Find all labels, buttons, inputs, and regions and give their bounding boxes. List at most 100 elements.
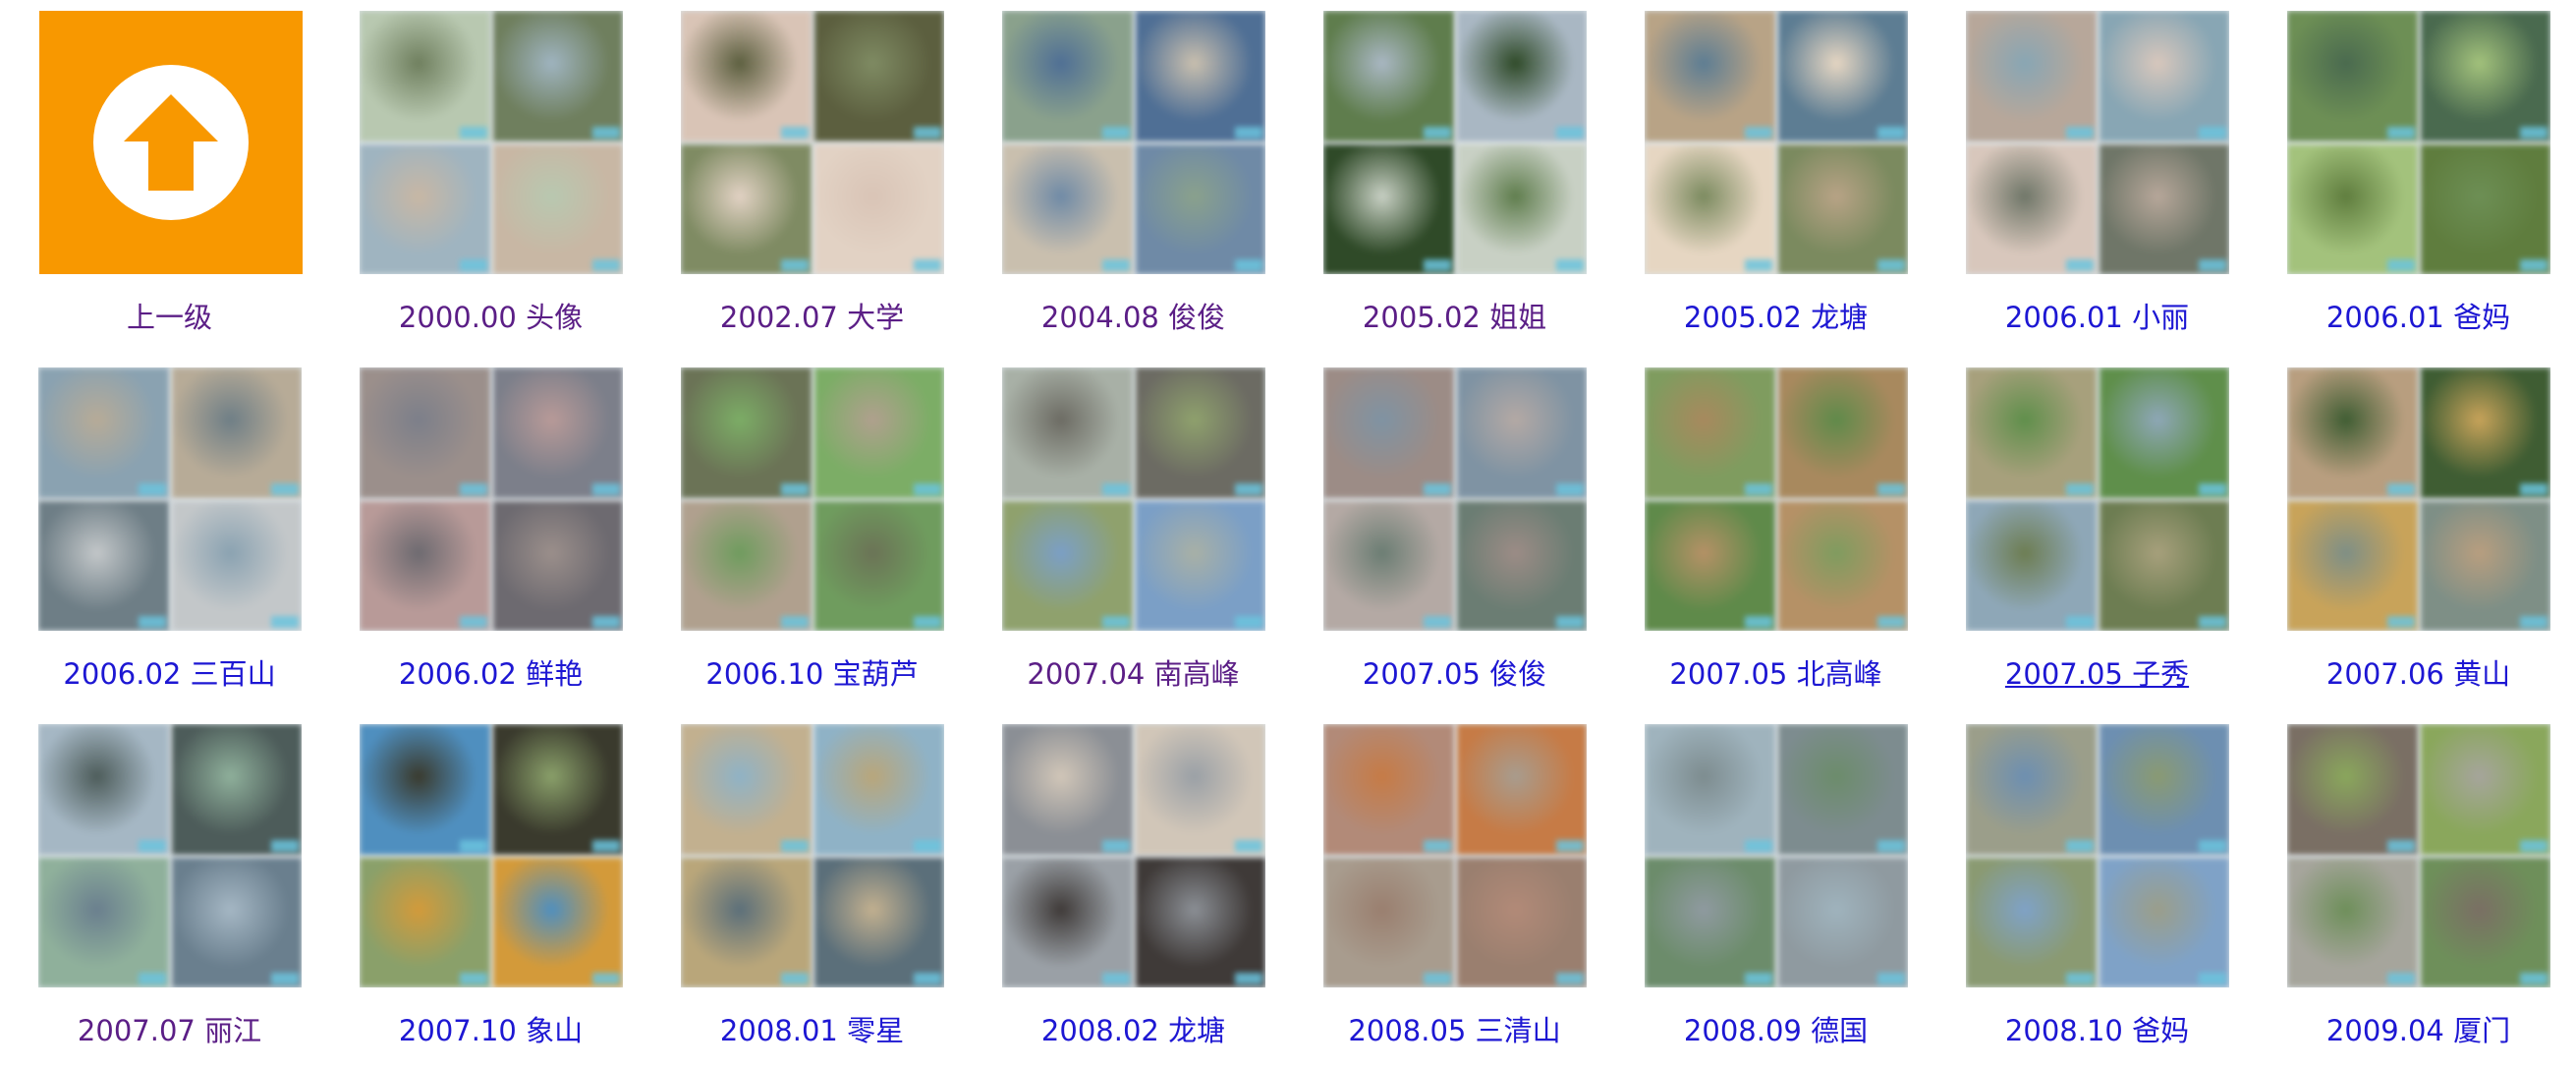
- album-thumbnail[interactable]: [1002, 724, 1265, 987]
- album-link[interactable]: 2006.01 小丽: [1928, 298, 2267, 337]
- album-thumbnail[interactable]: [360, 11, 623, 274]
- thumbnail-photo: [1002, 367, 1133, 498]
- thumbnail-photo: [1645, 724, 1775, 855]
- album-cell: 2007.05 俊俊: [1285, 357, 1606, 712]
- album-thumbnail[interactable]: [1645, 367, 1908, 631]
- album-thumbnail[interactable]: [1645, 11, 1908, 274]
- thumbnail-photo: [1135, 367, 1265, 498]
- album-link[interactable]: 2008.02 龙塘: [964, 1011, 1303, 1050]
- album-thumbnail[interactable]: [1966, 724, 2229, 987]
- thumbnail-photo: [360, 367, 490, 498]
- album-thumbnail[interactable]: [681, 11, 944, 274]
- album-thumbnail[interactable]: [2287, 11, 2550, 274]
- album-thumbnail[interactable]: [38, 367, 302, 631]
- album-thumbnail[interactable]: [2287, 724, 2550, 987]
- thumbnail-photo: [1135, 11, 1265, 141]
- album-link[interactable]: 2007.07 丽江: [0, 1011, 339, 1050]
- album-cell: 2008.02 龙塘: [964, 713, 1285, 1069]
- thumbnail-photo: [2287, 143, 2418, 274]
- album-cell: 2006.10 宝葫芦: [643, 357, 964, 712]
- album-link[interactable]: 2005.02 龙塘: [1606, 298, 1945, 337]
- thumbnail-photo: [1323, 857, 1454, 987]
- thumbnail-photo: [360, 143, 490, 274]
- album-cell: 2006.01 小丽: [1928, 0, 2249, 356]
- album-link[interactable]: 2007.05 俊俊: [1285, 654, 1624, 694]
- thumbnail-photo: [1135, 500, 1265, 631]
- album-thumbnail[interactable]: [1323, 367, 1587, 631]
- thumbnail-photo: [2099, 724, 2229, 855]
- thumbnail-photo: [1645, 500, 1775, 631]
- thumbnail-photo: [1002, 500, 1133, 631]
- thumbnail-photo: [492, 143, 623, 274]
- album-link[interactable]: 2007.06 黄山: [2249, 654, 2576, 694]
- album-thumbnail[interactable]: [360, 367, 623, 631]
- thumbnail-photo: [2287, 367, 2418, 498]
- album-link[interactable]: 2009.04 厦门: [2249, 1011, 2576, 1050]
- thumbnail-photo: [813, 724, 944, 855]
- album-thumbnail[interactable]: [1323, 724, 1587, 987]
- album-cell: 2007.05 子秀: [1928, 357, 2249, 712]
- thumbnail-photo: [2420, 367, 2550, 498]
- album-link[interactable]: 2002.07 大学: [643, 298, 981, 337]
- thumbnail-photo: [2420, 857, 2550, 987]
- thumbnail-photo: [1645, 143, 1775, 274]
- album-link[interactable]: 2004.08 俊俊: [964, 298, 1303, 337]
- album-thumbnail[interactable]: [1966, 11, 2229, 274]
- album-link[interactable]: 2007.10 象山: [321, 1011, 660, 1050]
- album-link[interactable]: 2006.01 爸妈: [2249, 298, 2576, 337]
- thumbnail-photo: [681, 724, 812, 855]
- album-link[interactable]: 2006.02 鲜艳: [321, 654, 660, 694]
- thumbnail-photo: [1645, 11, 1775, 141]
- thumbnail-photo: [2420, 143, 2550, 274]
- album-thumbnail[interactable]: [1323, 11, 1587, 274]
- thumbnail-photo: [2420, 500, 2550, 631]
- thumbnail-photo: [1002, 11, 1133, 141]
- album-link[interactable]: 2006.10 宝葫芦: [643, 654, 981, 694]
- album-thumbnail[interactable]: [1002, 367, 1265, 631]
- album-link[interactable]: 2008.09 德国: [1606, 1011, 1945, 1050]
- album-thumbnail[interactable]: [681, 367, 944, 631]
- thumbnail-photo: [1135, 857, 1265, 987]
- thumbnail-photo: [1323, 724, 1454, 855]
- album-link[interactable]: 2008.05 三清山: [1285, 1011, 1624, 1050]
- thumbnail-photo: [1966, 724, 2097, 855]
- album-cell-up: 上一级: [0, 0, 321, 356]
- album-cell: 2005.02 姐姐: [1285, 0, 1606, 356]
- album-thumbnail[interactable]: [360, 724, 623, 987]
- album-thumbnail[interactable]: [1966, 367, 2229, 631]
- up-level-button[interactable]: [39, 11, 303, 274]
- album-link[interactable]: 2000.00 头像: [321, 298, 660, 337]
- album-cell: 2007.10 象山: [321, 713, 643, 1069]
- thumbnail-photo: [1777, 857, 1908, 987]
- album-gallery: 上一级 2000.00 头像 2002.07 大学 2004.08 俊俊 2005.02…: [0, 0, 2576, 1063]
- album-link[interactable]: 2007.04 南高峰: [964, 654, 1303, 694]
- thumbnail-photo: [1966, 11, 2097, 141]
- album-cell: 2008.10 爸妈: [1928, 713, 2249, 1069]
- thumbnail-photo: [360, 500, 490, 631]
- thumbnail-photo: [1456, 857, 1587, 987]
- thumbnail-photo: [813, 500, 944, 631]
- album-link[interactable]: 2008.10 爸妈: [1928, 1011, 2267, 1050]
- album-link[interactable]: 2007.05 北高峰: [1606, 654, 1945, 694]
- thumbnail-photo: [492, 724, 623, 855]
- thumbnail-photo: [1966, 367, 2097, 498]
- up-level-link[interactable]: 上一级: [0, 298, 339, 337]
- album-link[interactable]: 2006.02 三百山: [0, 654, 339, 694]
- thumbnail-photo: [38, 724, 169, 855]
- album-link[interactable]: 2007.05 子秀: [1928, 654, 2267, 694]
- album-link[interactable]: 2005.02 姐姐: [1285, 298, 1624, 337]
- album-thumbnail[interactable]: [1645, 724, 1908, 987]
- thumbnail-photo: [681, 857, 812, 987]
- album-thumbnail[interactable]: [2287, 367, 2550, 631]
- album-link[interactable]: 2008.01 零星: [643, 1011, 981, 1050]
- album-thumbnail[interactable]: [1002, 11, 1265, 274]
- thumbnail-photo: [171, 724, 302, 855]
- album-thumbnail[interactable]: [681, 724, 944, 987]
- thumbnail-photo: [38, 857, 169, 987]
- album-cell: 2002.07 大学: [643, 0, 964, 356]
- thumbnail-photo: [1777, 367, 1908, 498]
- album-cell: 2007.05 北高峰: [1606, 357, 1928, 712]
- album-thumbnail[interactable]: [38, 724, 302, 987]
- up-arrow-icon: [93, 65, 249, 220]
- thumbnail-photo: [2420, 11, 2550, 141]
